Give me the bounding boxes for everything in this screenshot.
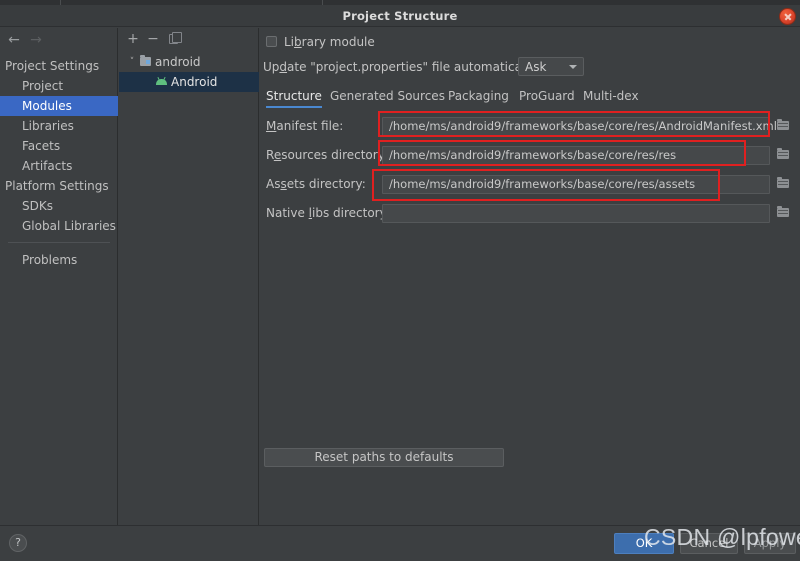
folder-browse-icon[interactable] (776, 148, 792, 162)
settings-sidebar: ← → Project Settings Project Modules Lib… (0, 28, 118, 525)
sidebar-item-artifacts[interactable]: Artifacts (0, 156, 118, 176)
module-tree-panel: + − ˅ android Android (119, 28, 259, 525)
sidebar-item-label: Artifacts (22, 159, 73, 173)
manifest-file-input[interactable]: /home/ms/android9/frameworks/base/core/r… (382, 117, 777, 136)
copy-glyph (168, 32, 182, 44)
folder-browse-icon[interactable] (776, 177, 792, 191)
sidebar-item-libraries[interactable]: Libraries (0, 116, 118, 136)
tree-node-label: android (155, 55, 201, 69)
update-properties-dropdown[interactable]: Ask (518, 57, 584, 76)
update-properties-label: Update "project.properties" file automat… (263, 60, 539, 74)
resources-directory-value: /home/ms/android9/frameworks/base/core/r… (389, 148, 677, 162)
native-libs-directory-input[interactable] (382, 204, 770, 223)
assets-directory-value: /home/ms/android9/frameworks/base/core/r… (389, 177, 696, 191)
chevron-down-icon[interactable]: ˅ (127, 52, 137, 72)
sidebar-item-problems[interactable]: Problems (0, 250, 118, 270)
assets-directory-label: Assets directory: (266, 177, 366, 191)
reset-paths-button[interactable]: Reset paths to defaults (264, 448, 504, 467)
tree-node-android-module[interactable]: Android (119, 72, 259, 92)
project-structure-dialog: Project Structure ← → Project Settings P… (0, 0, 800, 561)
folder-icon (140, 55, 151, 66)
checkbox-icon[interactable] (266, 36, 277, 47)
manifest-file-value: /home/ms/android9/frameworks/base/core/r… (389, 119, 777, 133)
sidebar-item-modules[interactable]: Modules (0, 96, 118, 116)
cancel-button[interactable]: Cancel (680, 533, 738, 554)
folder-browse-icon[interactable] (776, 206, 792, 220)
assets-directory-row: Assets directory: /home/ms/android9/fram… (260, 174, 800, 195)
module-tree-toolbar: + − (119, 28, 259, 50)
manifest-file-row: Manifest file: /home/ms/android9/framewo… (260, 116, 800, 137)
sidebar-item-label: Project (22, 79, 64, 93)
apply-button[interactable]: Apply (744, 533, 796, 554)
dialog-titlebar: Project Structure (0, 5, 800, 27)
tree-node-android-root[interactable]: ˅ android (119, 52, 259, 72)
tab-packaging[interactable]: Packaging (448, 86, 509, 108)
close-icon[interactable] (779, 8, 796, 25)
sidebar-item-sdks[interactable]: SDKs (0, 196, 118, 216)
tab-proguard[interactable]: ProGuard (519, 86, 575, 108)
module-tabs: Structure Generated Sources Packaging Pr… (260, 86, 800, 108)
sidebar-item-label: Modules (22, 99, 72, 113)
dialog-body: ← → Project Settings Project Modules Lib… (0, 28, 800, 547)
module-content-pane: Library module Update "project.propertie… (260, 28, 800, 525)
sidebar-navigation-bar: ← → (0, 28, 118, 52)
native-libs-directory-label: Native libs directory: (266, 206, 390, 220)
assets-directory-input[interactable]: /home/ms/android9/frameworks/base/core/r… (382, 175, 770, 194)
native-libs-directory-row: Native libs directory: (260, 203, 800, 224)
sidebar-item-label: Problems (22, 253, 78, 267)
ok-button[interactable]: OK (614, 533, 674, 554)
question-mark-icon[interactable]: ? (9, 534, 27, 552)
arrow-left-icon[interactable]: ← (6, 32, 22, 48)
sidebar-item-label: Facets (22, 139, 61, 153)
folder-browse-icon[interactable] (776, 119, 792, 133)
resources-directory-input[interactable]: /home/ms/android9/frameworks/base/core/r… (382, 146, 770, 165)
dialog-title: Project Structure (342, 9, 458, 23)
sidebar-group-label: Project Settings (5, 59, 100, 73)
tab-multi-dex[interactable]: Multi-dex (583, 86, 639, 108)
sidebar-group-project-settings: Project Settings (0, 56, 118, 76)
dialog-footer: ? OK Cancel Apply (0, 525, 800, 561)
resources-directory-label: Resources directory: (266, 148, 388, 162)
sidebar-item-label: Libraries (22, 119, 74, 133)
sidebar-divider (8, 242, 110, 243)
tab-generated-sources[interactable]: Generated Sources (330, 86, 445, 108)
tree-node-label: Android (171, 75, 218, 89)
android-icon (156, 79, 167, 85)
sidebar-group-platform-settings: Platform Settings (0, 176, 118, 196)
chevron-down-icon (569, 65, 577, 69)
sidebar-item-global-libraries[interactable]: Global Libraries (0, 216, 118, 236)
sidebar-group-label: Platform Settings (5, 179, 109, 193)
sidebar-item-label: Global Libraries (22, 219, 116, 233)
tab-structure[interactable]: Structure (266, 86, 322, 108)
sidebar-item-project[interactable]: Project (0, 76, 118, 96)
dropdown-value: Ask (525, 60, 547, 74)
sidebar-item-label: SDKs (22, 199, 53, 213)
copy-icon[interactable] (165, 31, 182, 47)
library-module-label: Library module (284, 35, 375, 49)
resources-directory-row: Resources directory: /home/ms/android9/f… (260, 145, 800, 166)
manifest-file-label: Manifest file: (266, 119, 344, 133)
sidebar-item-facets[interactable]: Facets (0, 136, 118, 156)
minus-icon[interactable]: − (145, 31, 161, 47)
plus-icon[interactable]: + (125, 31, 141, 47)
arrow-right-icon: → (30, 32, 42, 48)
